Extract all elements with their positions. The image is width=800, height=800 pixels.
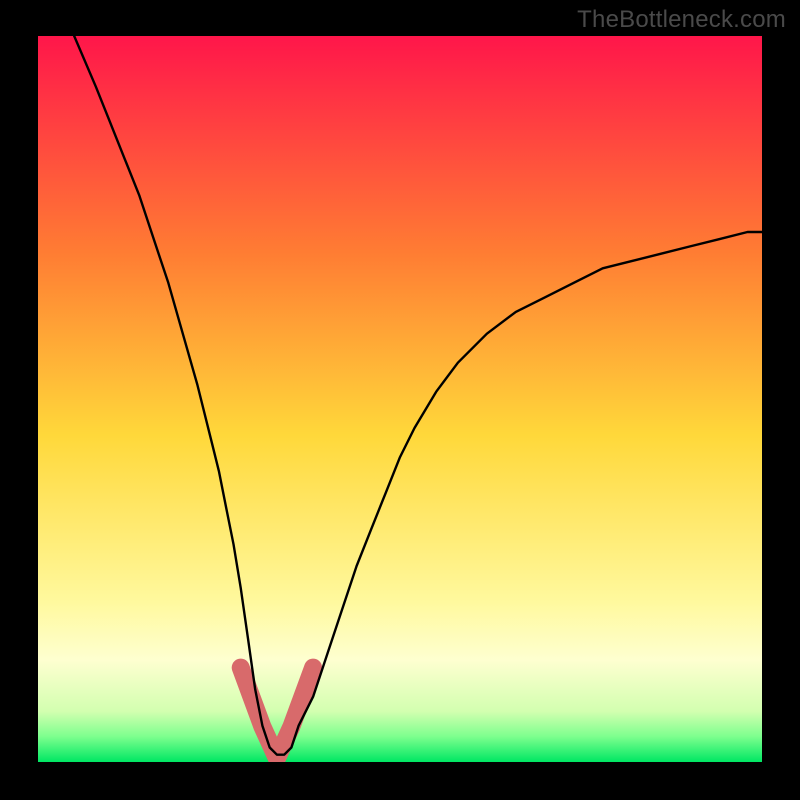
- chart-frame: TheBottleneck.com: [0, 0, 800, 800]
- chart-svg: [38, 36, 762, 762]
- gradient-background: [38, 36, 762, 762]
- watermark-text: TheBottleneck.com: [577, 6, 786, 34]
- plot-area: [38, 36, 762, 762]
